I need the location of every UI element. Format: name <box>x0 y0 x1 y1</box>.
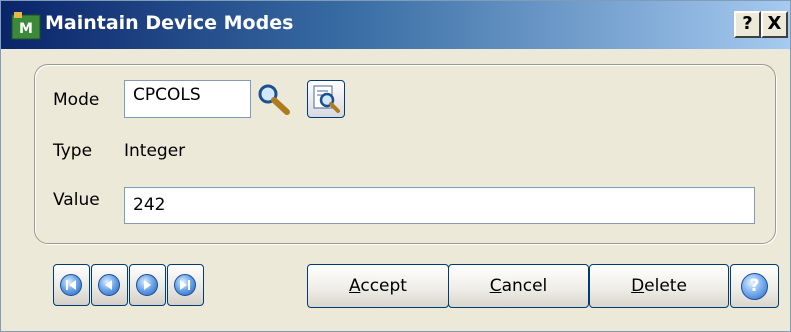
title-bar: M Maintain Device Modes ? X <box>1 1 790 49</box>
lookup-list-button[interactable] <box>307 80 345 118</box>
accept-hotkey: A <box>349 276 361 296</box>
delete-button[interactable]: Delete <box>589 264 729 308</box>
delete-label: elete <box>644 276 687 296</box>
lookup-list-icon <box>313 85 340 113</box>
last-record-button[interactable] <box>167 264 204 306</box>
cancel-hotkey: C <box>489 276 502 296</box>
accept-label: ccept <box>360 276 407 296</box>
mode-field[interactable]: CPCOLS <box>124 80 251 118</box>
next-record-icon <box>136 274 158 296</box>
type-value: Integer <box>124 141 186 161</box>
window-title: Maintain Device Modes <box>45 12 294 34</box>
value-field[interactable]: 242 <box>124 187 755 224</box>
maintain-device-modes-window: M Maintain Device Modes ? X Mode CPCOLS … <box>0 0 791 332</box>
type-label: Type <box>53 141 93 161</box>
mode-label: Mode <box>53 90 100 110</box>
titlebar-close-button[interactable]: X <box>761 11 788 38</box>
last-record-icon <box>174 274 196 296</box>
next-record-button[interactable] <box>129 264 166 306</box>
value-label: Value <box>53 190 100 210</box>
help-icon: ? <box>741 273 768 300</box>
first-record-button[interactable] <box>53 264 90 306</box>
previous-record-icon <box>98 274 120 296</box>
previous-record-button[interactable] <box>91 264 128 306</box>
delete-hotkey: D <box>631 276 645 296</box>
help-button[interactable]: ? <box>730 264 779 308</box>
cancel-label: ancel <box>501 276 548 296</box>
titlebar-help-button[interactable]: ? <box>734 11 761 38</box>
accept-button[interactable]: Accept <box>307 264 449 308</box>
app-icon: M <box>11 12 41 40</box>
magnifier-icon[interactable] <box>256 82 292 116</box>
cancel-button[interactable]: Cancel <box>448 264 589 308</box>
svg-text:M: M <box>19 21 33 37</box>
first-record-icon <box>60 274 82 296</box>
